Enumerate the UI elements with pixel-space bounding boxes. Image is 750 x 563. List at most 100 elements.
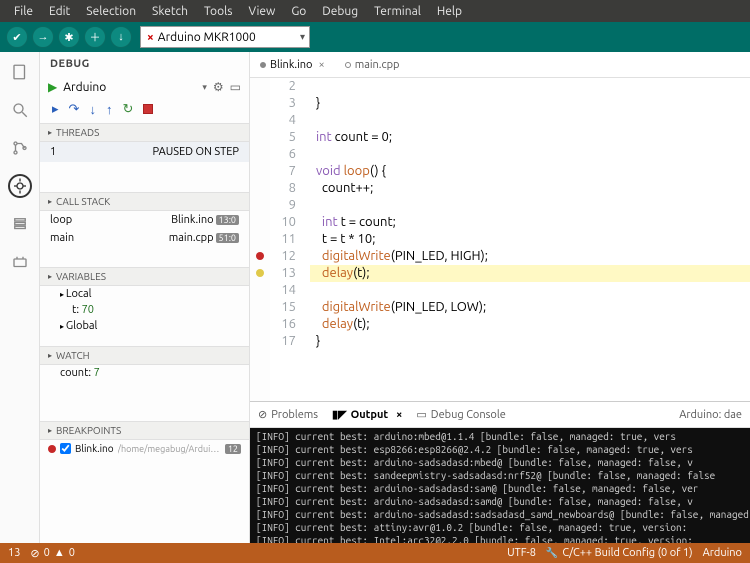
code-editor[interactable]: 234567891011121314151617 } int count = 0… [250,78,750,401]
status-line[interactable]: 13 [8,547,20,559]
board-name: Arduino MKR1000 [158,31,256,44]
git-icon[interactable] [8,136,32,160]
debug-title: DEBUG [40,52,249,76]
code-content[interactable]: } int count = 0; void loop() { count++; … [304,78,750,401]
bottom-panel: ⊘Problems ▮◤Output× ▭Debug Console Ardui… [250,401,750,543]
tab-problems[interactable]: ⊘Problems [258,408,318,421]
stack-fn: main [50,232,74,244]
var-group-local[interactable]: Local [40,286,249,302]
breakpoint-file: Blink.ino [75,443,114,454]
thread-state: PAUSED ON STEP [153,146,240,158]
debug-button[interactable]: ✱ [58,26,80,48]
debug-sidebar: DEBUG ▶ Arduino ▾ ⚙ ▭ ▸ ↷ ↓ ↑ ↻ THREADS … [40,52,250,543]
status-lang[interactable]: Arduino [703,547,742,559]
console-icon[interactable]: ▭ [230,80,241,94]
var-name: t [72,304,76,316]
tab-label: main.cpp [355,59,400,71]
gear-icon[interactable]: ⚙ [213,80,224,94]
thread-row[interactable]: 1 PAUSED ON STEP [40,142,249,162]
menu-selection[interactable]: Selection [78,3,144,20]
tab-label: Blink.ino [270,59,312,71]
board-clear-icon[interactable]: × [147,31,154,44]
debug-controls: ▸ ↷ ↓ ↑ ↻ [40,98,249,123]
breakpoint-dot-icon [48,445,56,453]
status-encoding[interactable]: UTF-8 [507,547,536,559]
breakpoint-path: /home/megabug/Arduino… [118,444,221,454]
panel-right-label: Arduino: dae [679,409,742,421]
menu-file[interactable]: File [6,3,41,20]
callstack-header[interactable]: CALL STACK [40,192,249,211]
var-row[interactable]: t: 70 [40,302,249,318]
var-group-global[interactable]: Global [40,318,249,334]
menubar: File Edit Selection Sketch Tools View Go… [0,0,750,22]
debug-icon[interactable] [8,174,32,198]
stack-row[interactable]: loop Blink.ino13:0 [40,211,249,229]
tab-blink[interactable]: Blink.ino × [250,55,335,75]
explorer-icon[interactable] [8,60,32,84]
continue-button[interactable]: ▸ [52,102,59,117]
menu-edit[interactable]: Edit [41,3,78,20]
boards-icon[interactable] [8,250,32,274]
tab-debug-console[interactable]: ▭Debug Console [416,408,505,421]
step-into-button[interactable]: ↓ [89,102,96,117]
breakpoint-line: 12 [225,444,241,454]
variables-header[interactable]: VARIABLES [40,267,249,286]
verify-button[interactable]: ✔ [6,26,28,48]
chevron-down-icon[interactable]: ▾ [202,82,207,93]
menu-view[interactable]: View [240,3,283,20]
library-icon[interactable] [8,212,32,236]
menu-terminal[interactable]: Terminal [366,3,429,20]
statusbar: 13 ⊘0 ▲0 UTF-8 🔧C/C++ Build Config (0 of… [0,543,750,563]
stack-fn: loop [50,214,72,226]
watch-value: 7 [94,367,100,379]
step-over-button[interactable]: ↷ [69,102,80,117]
menu-tools[interactable]: Tools [196,3,241,20]
debug-config-select[interactable]: Arduino [63,81,196,94]
menu-help[interactable]: Help [429,3,470,20]
menu-go[interactable]: Go [283,3,314,20]
status-errors[interactable]: ⊘0 ▲0 [30,547,75,560]
breakpoint-gutter[interactable] [250,78,270,401]
menu-debug[interactable]: Debug [314,3,366,20]
toolbar: ✔ → ✱ ＋ ↓ × Arduino MKR1000 [0,22,750,52]
stack-file: Blink.ino [171,214,213,226]
watch-row[interactable]: count: 7 [40,365,249,381]
breakpoint-checkbox[interactable] [60,443,71,454]
thread-id: 1 [50,146,56,158]
add-button[interactable]: ＋ [84,26,106,48]
flag-icon: ▮◤ [332,408,347,421]
watch-header[interactable]: WATCH [40,346,249,365]
down-button[interactable]: ↓ [110,26,132,48]
line-numbers: 234567891011121314151617 [270,78,304,401]
editor-area: Blink.ino × main.cpp 2345678910111213141… [250,52,750,543]
close-icon[interactable]: × [396,409,402,421]
tab-output[interactable]: ▮◤Output× [332,408,402,421]
stack-row[interactable]: main main.cpp51:0 [40,229,249,247]
start-debug-button[interactable]: ▶ [48,80,57,94]
activity-bar [0,52,40,543]
tab-main[interactable]: main.cpp [335,55,410,75]
menu-sketch[interactable]: Sketch [144,3,196,20]
warn-icon: ⊘ [258,408,267,421]
search-icon[interactable] [8,98,32,122]
restart-button[interactable]: ↻ [122,102,133,117]
wrench-icon: 🔧 [546,547,558,559]
stack-pos: 51:0 [216,233,239,243]
status-build[interactable]: 🔧C/C++ Build Config (0 of 1) [546,547,693,559]
step-out-button[interactable]: ↑ [106,102,113,117]
unmodified-dot-icon [345,62,351,68]
board-selector[interactable]: × Arduino MKR1000 [140,26,310,48]
stop-button[interactable] [143,103,153,117]
modified-dot-icon [260,62,266,68]
output-terminal[interactable]: [INFO] current best: arduino:mbed@1.1.4 … [250,428,750,543]
console-icon: ▭ [416,408,426,421]
watch-name: count [60,367,88,379]
stack-pos: 13:0 [216,215,239,225]
upload-button[interactable]: → [32,26,54,48]
panel-tabs: ⊘Problems ▮◤Output× ▭Debug Console Ardui… [250,402,750,428]
close-icon[interactable]: × [318,59,324,71]
breakpoints-header[interactable]: BREAKPOINTS [40,421,249,440]
breakpoint-row[interactable]: Blink.ino /home/megabug/Arduino… 12 [40,440,249,457]
stack-file: main.cpp [169,232,214,244]
threads-header[interactable]: THREADS [40,123,249,142]
